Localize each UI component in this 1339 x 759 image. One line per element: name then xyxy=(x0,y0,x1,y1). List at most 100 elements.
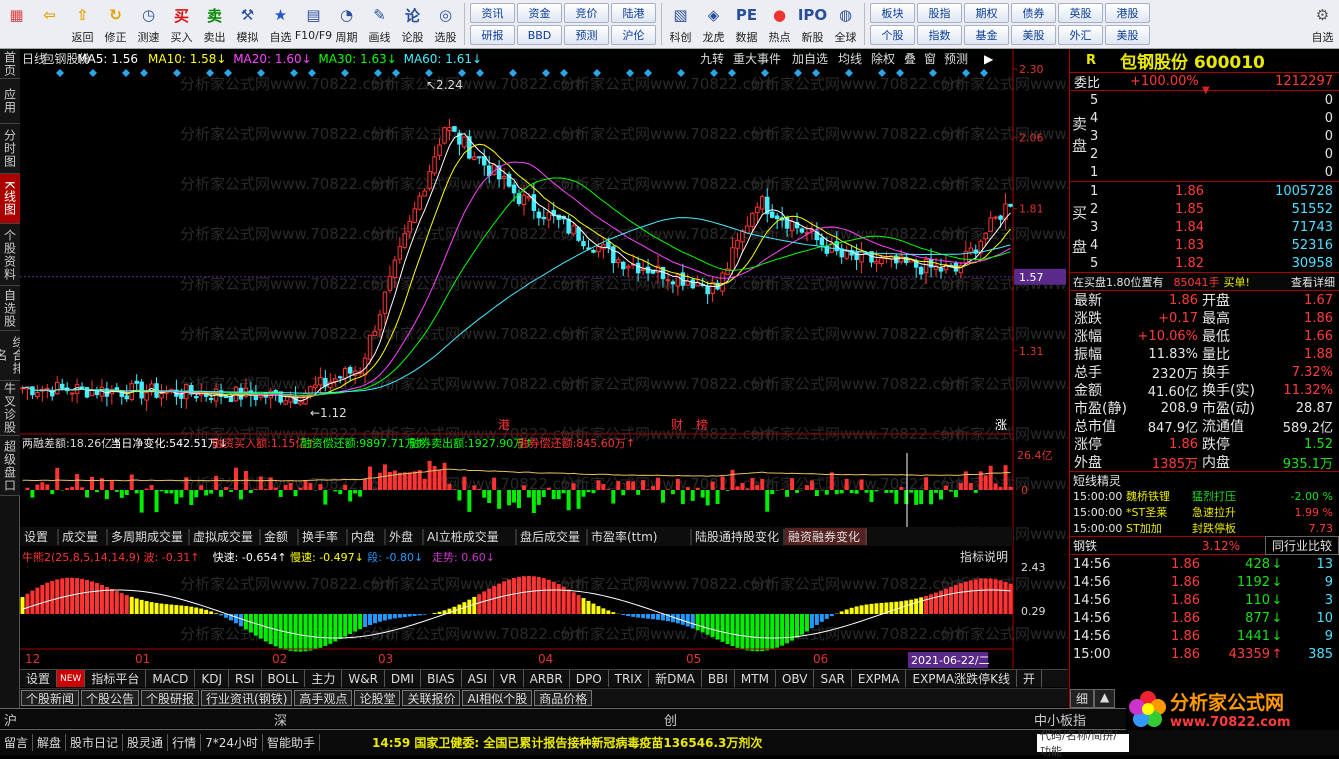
grid2-button[interactable]: 美股 xyxy=(1011,25,1056,45)
chart-tool-button[interactable]: 九转 xyxy=(700,51,724,66)
indicator-tab[interactable]: EXPMA xyxy=(852,670,907,687)
chart-tool-button[interactable]: 窗 xyxy=(924,52,936,66)
sub-tab[interactable]: 金额 xyxy=(264,529,288,544)
grid2-button[interactable]: 外汇 xyxy=(1058,25,1103,45)
short-item[interactable]: 15:00:00魏桥铁锂猛烈打压-2.00 % xyxy=(1070,488,1339,504)
f10-button[interactable]: ▤F10/F9 xyxy=(297,0,330,48)
indicator-tab[interactable]: BBI xyxy=(702,670,735,687)
globe-button[interactable]: ◍全球 xyxy=(829,0,862,48)
windows-button[interactable]: ▦ xyxy=(0,0,33,48)
sub-tab[interactable]: 多周期成交量 xyxy=(111,529,183,544)
chart-tool-button[interactable]: 叠 xyxy=(904,52,916,66)
star-button[interactable]: ★自选 xyxy=(264,0,297,48)
grid2-button[interactable]: 基金 xyxy=(964,25,1009,45)
hot-button[interactable]: ●热点 xyxy=(763,0,796,48)
short-item[interactable]: 15:00:00ST加加封跌停板7.73 xyxy=(1070,520,1339,536)
grid2-button[interactable]: 港股 xyxy=(1105,3,1150,23)
clock-button[interactable]: ◷测速 xyxy=(132,0,165,48)
status-item[interactable]: 留言 xyxy=(0,734,33,751)
grid1-button[interactable]: 沪伦 xyxy=(611,25,656,45)
grid2-button[interactable]: 板块 xyxy=(870,3,915,23)
sell-button[interactable]: 卖卖出 xyxy=(198,0,231,48)
back-arrow-button[interactable]: ⇦ xyxy=(33,0,66,48)
status-item[interactable]: 行情 xyxy=(168,734,201,751)
indicator-tab[interactable]: RSI xyxy=(229,670,262,687)
indicator-tab[interactable]: ARBR xyxy=(524,670,570,687)
refresh-button[interactable]: ↻修正 xyxy=(99,0,132,48)
buy-button[interactable]: 买买入 xyxy=(165,0,198,48)
arrow-right-icon[interactable]: ▶ xyxy=(984,52,994,66)
grid2-button[interactable]: 美股 xyxy=(1105,25,1150,45)
indicator-tab[interactable]: ASI xyxy=(462,670,494,687)
event-label[interactable]: 财 xyxy=(671,418,683,432)
buy-row[interactable]: 21.8551552 xyxy=(1070,200,1339,218)
indicator-tab[interactable]: DPO xyxy=(570,670,609,687)
grid1-button[interactable]: 资讯 xyxy=(470,3,515,23)
market-index[interactable]: 深 xyxy=(274,710,287,729)
sub-tab[interactable]: 成交量 xyxy=(62,529,98,544)
grid2-button[interactable]: 英股 xyxy=(1058,3,1103,23)
indicator-tab[interactable]: VR xyxy=(494,670,524,687)
status-item[interactable]: 解盘 xyxy=(33,734,66,751)
indicator-tab[interactable]: DMI xyxy=(385,670,421,687)
sub-tab[interactable]: 换手率 xyxy=(302,529,338,544)
indicator-tab[interactable]: 新DMA xyxy=(649,670,702,687)
event-label[interactable]: 港 xyxy=(498,418,510,432)
indicator-help-button[interactable]: 指标说明 xyxy=(960,549,1008,564)
sub-tab[interactable]: 市盈率(ttm) xyxy=(591,529,657,544)
sell-row[interactable]: 40 xyxy=(1070,109,1339,127)
event-label[interactable]: 榜 xyxy=(696,417,708,432)
grid2-button[interactable]: 债券 xyxy=(1011,3,1056,23)
pe-button[interactable]: PE数据 xyxy=(730,0,763,48)
indicator-tab[interactable]: OBV xyxy=(776,670,815,687)
status-item[interactable]: 7*24小时 xyxy=(201,734,263,751)
left-tab[interactable]: K线图 xyxy=(0,174,20,224)
sub-tab[interactable]: 虚拟成交量 xyxy=(193,529,253,544)
grid1-button[interactable]: 预测 xyxy=(564,25,609,45)
chart-tool-button[interactable]: 预测 xyxy=(944,52,968,66)
kline-chart-area[interactable]: 分析家公式网www.70822.com分析家公式网www.70822.com分析… xyxy=(20,49,1068,669)
left-tab[interactable]: 个股资料 xyxy=(0,224,20,286)
indicator-tab[interactable]: BIAS xyxy=(421,670,462,687)
search-input[interactable]: 代码/名称/简拼/功能 xyxy=(1037,734,1129,752)
grid2-button[interactable]: 个股 xyxy=(870,25,915,45)
indicator-tab[interactable]: MTM xyxy=(735,670,776,687)
indicator-tab[interactable]: TRIX xyxy=(609,670,649,687)
event-label[interactable]: 涨 xyxy=(995,417,1007,432)
buy-row[interactable]: 31.8471743 xyxy=(1070,218,1339,236)
cycle-button[interactable]: ◔周期 xyxy=(330,0,363,48)
home-arrow-button[interactable]: ⇧返回 xyxy=(66,0,99,48)
status-item[interactable]: 智能助手 xyxy=(263,734,320,751)
news-ticker[interactable]: 14:59 国家卫健委: 全国已累计报告接种新冠病毒疫苗136546.3万剂次 xyxy=(368,734,766,751)
kechuang-button[interactable]: ▧科创 xyxy=(664,0,697,48)
left-tab[interactable]: 自选股 xyxy=(0,286,20,331)
news-tab[interactable]: AI相似个股 xyxy=(462,690,532,706)
newstock-button[interactable]: IPO新股 xyxy=(796,0,829,48)
pen-button[interactable]: ✎画线 xyxy=(363,0,396,48)
grid1-button[interactable]: 竞价 xyxy=(564,3,609,23)
news-tab[interactable]: 关联报价 xyxy=(402,690,460,706)
indicator-tab[interactable]: NEW xyxy=(57,670,85,687)
news-tab[interactable]: 个股公告 xyxy=(81,690,139,706)
news-tab[interactable]: 个股研报 xyxy=(141,690,199,706)
sub-tab[interactable]: 外盘 xyxy=(389,529,413,544)
dragon-button[interactable]: ◈龙虎 xyxy=(697,0,730,48)
candles[interactable] xyxy=(21,119,1013,411)
grid1-button[interactable]: 资金 xyxy=(517,3,562,23)
indicator-tab[interactable]: 开 xyxy=(1017,670,1042,687)
right-bottom-tab[interactable]: 细 xyxy=(1070,689,1094,708)
view-detail-link[interactable]: 查看详细 xyxy=(1291,274,1339,290)
sub-tab[interactable]: 盘后成交量 xyxy=(520,529,580,544)
news-tab[interactable]: 论股堂 xyxy=(354,690,400,706)
news-tab[interactable]: 高手观点 xyxy=(294,690,352,706)
indicator-tab[interactable]: 指标平台 xyxy=(85,670,146,687)
sub-tab[interactable]: 融资融券变化 xyxy=(788,529,860,544)
market-index[interactable]: 创 xyxy=(664,710,677,729)
gavel-button[interactable]: ⚒模拟 xyxy=(231,0,264,48)
grid1-button[interactable]: BBD xyxy=(517,25,562,45)
sell-row[interactable]: 30 xyxy=(1070,127,1339,145)
sub-tab[interactable]: AI立桩成交量 xyxy=(427,529,499,544)
grid2-button[interactable]: 期权 xyxy=(964,3,1009,23)
left-tab[interactable]: 综合排名 xyxy=(0,331,20,381)
grid1-button[interactable]: 陆港 xyxy=(611,3,656,23)
